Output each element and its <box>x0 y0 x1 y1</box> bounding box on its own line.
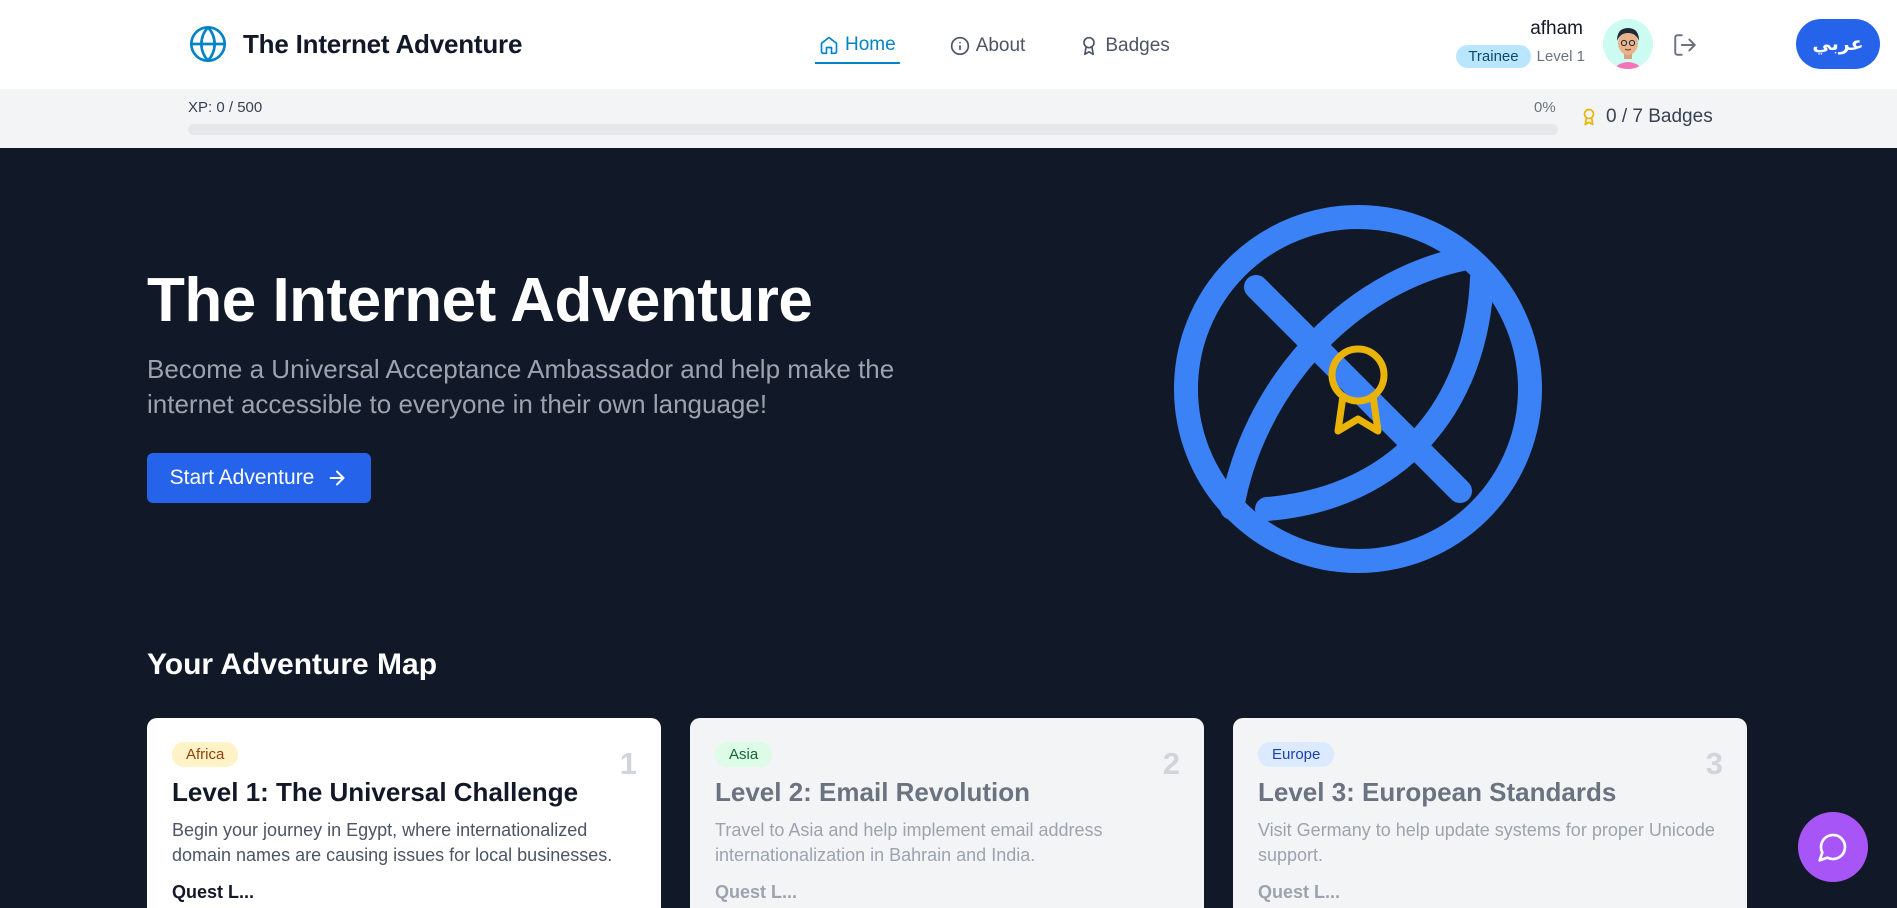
hero-subtitle: Become a Universal Acceptance Ambassador… <box>147 354 895 419</box>
nav-about[interactable]: About <box>946 31 1030 63</box>
badges-count-label: 0 / 7 Badges <box>1606 106 1713 127</box>
region-badge: Asia <box>715 742 773 767</box>
avatar-image <box>1603 19 1653 69</box>
level-number: 3 <box>1705 746 1723 781</box>
nav-about-label: About <box>975 35 1026 56</box>
logout-icon[interactable] <box>1672 32 1698 58</box>
nav-home[interactable]: Home <box>815 30 900 64</box>
level-title: Level 3: European Standards <box>1258 777 1617 807</box>
region-badge: Africa <box>172 742 239 767</box>
level-footer: Quest L... <box>1258 882 1341 902</box>
xp-percent: 0% <box>1534 99 1556 116</box>
award-icon <box>1083 36 1096 56</box>
level-description: Begin your journey in Egypt, where inter… <box>172 820 613 865</box>
xp-label: XP: 0 / 500 <box>188 99 263 116</box>
hero-title: The Internet Adventure <box>147 266 813 335</box>
award-icon <box>1583 108 1595 126</box>
level-footer: Quest L... <box>172 882 255 902</box>
chat-button[interactable] <box>1798 812 1868 882</box>
level-number: 2 <box>1162 746 1180 781</box>
user-level: Level 1 <box>1536 48 1585 65</box>
level-title: Level 2: Email Revolution <box>715 777 1030 807</box>
level-card-2[interactable]: Asia 2 Level 2: Email Revolution Travel … <box>690 718 1204 908</box>
level-card-1[interactable]: Africa 1 Level 1: The Universal Challeng… <box>147 718 661 908</box>
xp-progress-bar: XP: 0 / 500 0% 0 / 7 Badges <box>0 89 1897 148</box>
xp-track <box>188 124 1558 135</box>
level-card-3[interactable]: Europe 3 Level 3: European Standards Vis… <box>1233 718 1747 908</box>
start-adventure-button[interactable]: Start Adventure <box>147 453 371 503</box>
chat-bubble-icon <box>1818 833 1847 862</box>
badges-counter[interactable]: 0 / 7 Badges <box>1580 106 1713 128</box>
level-description: Travel to Asia and help implement email … <box>715 820 1103 865</box>
globe-badge-illustration <box>1174 205 1542 573</box>
top-header: The Internet Adventure Home About Badges… <box>0 0 1897 89</box>
main-nav: Home About Badges <box>815 30 1220 64</box>
user-name: afham <box>1530 18 1583 39</box>
level-description: Visit Germany to help update systems for… <box>1258 820 1715 865</box>
level-number: 1 <box>619 746 637 781</box>
adventure-map-title: Your Adventure Map <box>147 648 438 681</box>
region-badge: Europe <box>1258 742 1335 767</box>
home-icon <box>820 36 838 55</box>
language-toggle-button[interactable]: عربي <box>1796 19 1880 69</box>
avatar[interactable] <box>1603 19 1653 69</box>
info-icon <box>950 36 969 56</box>
app-title: The Internet Adventure <box>243 28 523 59</box>
nav-badges-label: Badges <box>1105 35 1170 56</box>
globe-icon <box>190 26 227 63</box>
brand[interactable]: The Internet Adventure <box>188 24 522 64</box>
nav-home-label: Home <box>845 34 896 55</box>
arrow-right-icon <box>329 470 345 486</box>
nav-badges[interactable]: Badges <box>1075 31 1173 63</box>
user-info: afham Trainee Level 1 <box>1450 18 1585 68</box>
level-footer: Quest L... <box>715 882 798 902</box>
rank-badge: Trainee <box>1456 45 1531 68</box>
start-adventure-label: Start Adventure <box>169 466 315 489</box>
level-title: Level 1: The Universal Challenge <box>172 777 579 807</box>
